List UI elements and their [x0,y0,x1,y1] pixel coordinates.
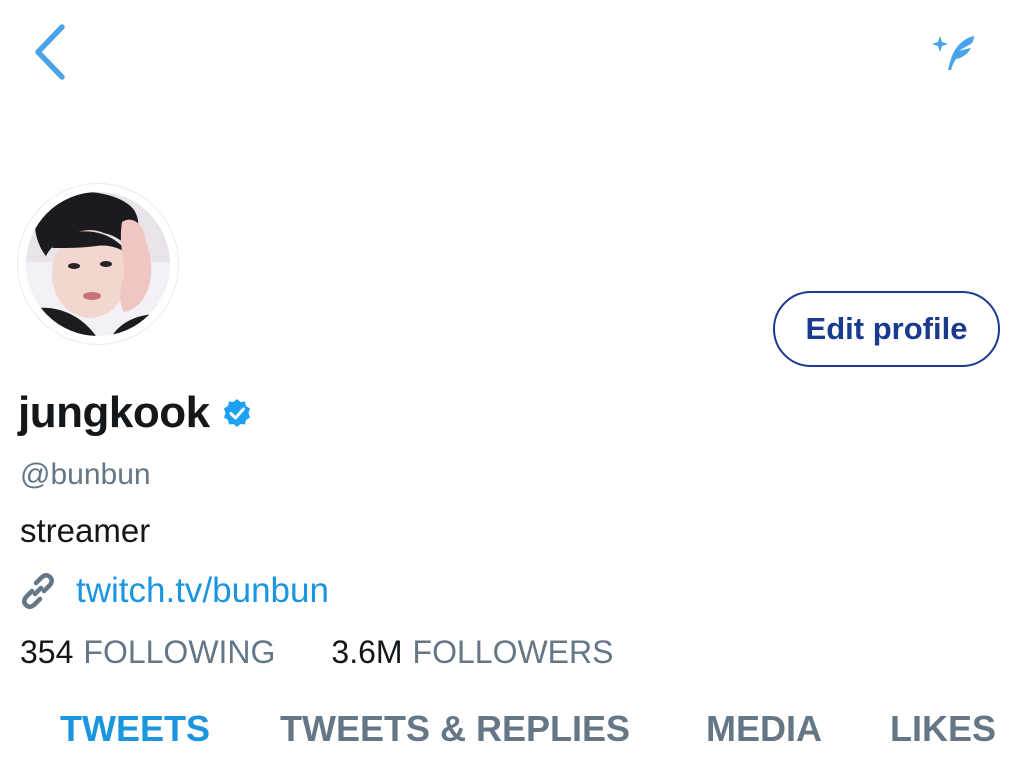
tab-tweets[interactable]: TWEETS [60,708,210,750]
following-label: FOLLOWING [83,633,276,670]
compose-tweet-button[interactable] [922,28,986,80]
avatar-photo [26,192,170,336]
display-name: jungkook [18,388,210,437]
link-icon [18,571,58,611]
verified-badge-icon [222,398,252,428]
tab-likes[interactable]: LIKES [890,708,996,750]
back-button[interactable] [22,22,78,86]
followers-label: FOLLOWERS [412,633,614,670]
sparkle-feather-icon [930,30,978,79]
website-link[interactable]: twitch.tv/bunbun [76,571,329,611]
website-row: twitch.tv/bunbun [18,568,329,614]
followers-stat[interactable]: 3.6M FOLLOWERS [331,634,613,671]
following-stat[interactable]: 354 FOLLOWING [20,634,275,671]
following-count: 354 [20,633,74,670]
profile-tabs: TWEETS TWEETS & REPLIES MEDIA LIKES [0,700,1024,760]
chevron-left-icon [32,23,68,86]
followers-count: 3.6M [331,633,403,670]
edit-profile-button[interactable]: Edit profile [773,291,1000,367]
user-handle: @bunbun [20,458,151,491]
tab-tweets-and-replies[interactable]: TWEETS & REPLIES [280,708,630,750]
avatar[interactable] [18,184,178,344]
profile-name-row: jungkook [18,385,252,441]
user-bio: streamer [20,512,151,549]
follow-stats: 354 FOLLOWING 3.6M FOLLOWERS [20,632,613,672]
tab-media[interactable]: MEDIA [706,708,822,750]
